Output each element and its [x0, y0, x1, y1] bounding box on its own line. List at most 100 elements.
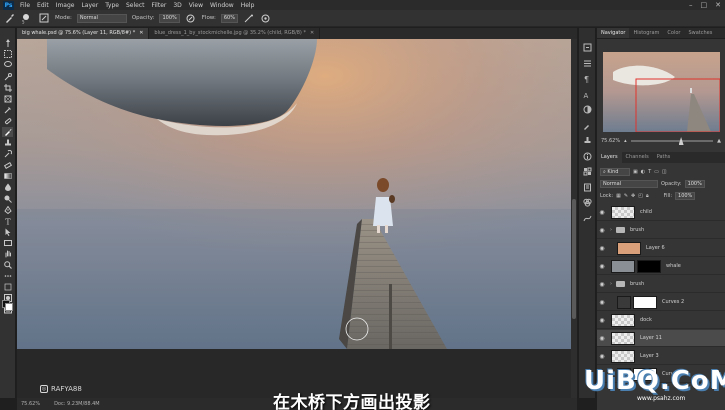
zoom-tool-icon[interactable] [2, 260, 13, 271]
zoom-slider-knob[interactable] [678, 137, 684, 145]
fill-field[interactable]: 100% [675, 191, 696, 200]
layer-filter-dropdown[interactable]: ⌕ Kind [600, 167, 630, 176]
filter-pixel-icon[interactable]: ▣ [633, 169, 638, 175]
visibility-eye-icon[interactable]: ◉ [597, 317, 607, 324]
dodge-tool-icon[interactable] [2, 193, 13, 204]
minimize-button[interactable]: – [689, 1, 693, 9]
visibility-eye-icon[interactable]: ◉ [597, 245, 607, 252]
lock-paint-icon[interactable]: ✎ [624, 193, 628, 199]
menu-3d[interactable]: 3D [173, 2, 181, 9]
layer-row[interactable]: ◉ whale [597, 258, 725, 275]
menu-help[interactable]: Help [241, 2, 255, 9]
document-canvas[interactable] [17, 39, 577, 349]
blur-tool-icon[interactable] [2, 182, 13, 193]
layer-mask-thumbnail[interactable] [633, 295, 657, 309]
lock-artboard-icon[interactable]: ◰ [638, 193, 643, 199]
edit-toolbar-icon[interactable] [2, 282, 13, 293]
tab-paths[interactable]: Paths [653, 152, 675, 163]
close-icon[interactable]: ✕ [139, 30, 143, 36]
tab-channels[interactable]: Channels [622, 152, 653, 163]
opacity-field[interactable]: 100% [159, 13, 180, 23]
pen-tool-icon[interactable] [2, 204, 13, 215]
lock-all-icon[interactable]: 🔒︎ [646, 193, 649, 199]
filter-shape-icon[interactable]: ▭ [654, 169, 659, 175]
pressure-size-icon[interactable] [260, 13, 272, 24]
styles-panel-icon[interactable] [582, 166, 593, 177]
background-color-swatch[interactable] [5, 303, 13, 311]
chevron-right-icon[interactable]: › [610, 227, 612, 233]
layer-row[interactable]: ◉ dock [597, 312, 725, 329]
character-panel-icon[interactable]: A [582, 89, 593, 100]
brush-panel-icon[interactable] [38, 13, 50, 24]
filter-smart-icon[interactable]: ◫ [662, 169, 667, 175]
frame-tool-icon[interactable] [2, 93, 13, 104]
more-tools-icon[interactable] [2, 271, 13, 282]
brush-preset-picker[interactable]: 5 [21, 13, 33, 24]
paragraph-panel-icon[interactable]: ¶ [582, 73, 593, 84]
layer-row-selected[interactable]: ◉ Layer 11 [597, 330, 725, 347]
tab-swatches[interactable]: Swatches [684, 28, 716, 38]
blend-mode-dropdown[interactable]: Normal [600, 179, 658, 188]
adjustments-panel-icon[interactable] [582, 104, 593, 115]
visibility-eye-icon[interactable]: ◉ [597, 263, 607, 270]
brush-tool-active-icon[interactable] [2, 126, 13, 138]
healing-brush-tool-icon[interactable] [2, 116, 13, 127]
paths-panel-icon[interactable] [582, 213, 593, 224]
filter-adjust-icon[interactable]: ◐ [641, 169, 645, 175]
lock-move-icon[interactable]: ✥ [631, 193, 635, 199]
tab-layers[interactable]: Layers [597, 152, 622, 163]
tab-blue-dress[interactable]: blue_dress_1_by_stockmichelle.jpg @ 35.2… [149, 28, 321, 39]
close-button[interactable]: ✕ [715, 1, 721, 9]
libraries-panel-icon[interactable] [582, 182, 593, 193]
tab-navigator[interactable]: Navigator [597, 28, 630, 38]
tab-big-whale[interactable]: big whale.psd @ 75.6% (Layer 11, RGB/8#)… [17, 28, 150, 39]
zoom-in-icon[interactable]: ▲ [717, 138, 721, 144]
brush-settings-icon[interactable] [582, 120, 593, 131]
layer-row[interactable]: ◉ child [597, 204, 725, 221]
brush-tool-icon[interactable] [4, 13, 16, 24]
info-panel-icon[interactable] [582, 151, 593, 162]
zoom-out-icon[interactable]: ▴ [624, 138, 627, 144]
marquee-tool-icon[interactable] [2, 49, 13, 60]
menu-edit[interactable]: Edit [37, 2, 49, 9]
eraser-tool-icon[interactable] [2, 160, 13, 171]
clone-stamp-tool-icon[interactable] [2, 138, 13, 149]
menu-view[interactable]: View [189, 2, 203, 9]
history-panel-icon[interactable] [582, 42, 593, 53]
layer-opacity-field[interactable]: 100% [684, 179, 705, 188]
channels-panel-icon[interactable] [582, 197, 593, 208]
close-icon[interactable]: ✕ [310, 30, 314, 36]
path-selection-tool-icon[interactable] [2, 227, 13, 238]
menu-filter[interactable]: Filter [152, 2, 167, 9]
lasso-tool-icon[interactable] [2, 60, 13, 71]
menu-type[interactable]: Type [105, 2, 119, 9]
gradient-tool-icon[interactable] [2, 171, 13, 182]
layer-row[interactable]: ◉ Layer 3 [597, 348, 725, 365]
clone-source-icon[interactable] [582, 135, 593, 146]
menu-layer[interactable]: Layer [81, 2, 98, 9]
visibility-eye-icon[interactable]: ◉ [597, 335, 607, 342]
airbrush-icon[interactable] [243, 13, 255, 24]
vertical-scrollbar[interactable] [571, 39, 577, 398]
eyedropper-tool-icon[interactable] [2, 105, 13, 116]
mode-dropdown[interactable]: Normal [76, 13, 127, 23]
canvas-area[interactable] [17, 39, 577, 398]
chevron-right-icon[interactable]: › [610, 281, 612, 287]
filter-type-icon[interactable]: T [648, 169, 651, 175]
tab-histogram[interactable]: Histogram [629, 28, 663, 38]
navigator-zoom-value[interactable]: 75.62% [601, 138, 620, 144]
zoom-slider[interactable] [630, 137, 714, 145]
move-tool-icon[interactable] [2, 38, 13, 49]
visibility-eye-icon[interactable]: ◉ [597, 281, 607, 288]
navigator-thumbnail[interactable] [603, 52, 720, 132]
history-brush-tool-icon[interactable] [2, 149, 13, 160]
menu-select[interactable]: Select [126, 2, 145, 9]
type-tool-icon[interactable]: T [2, 216, 13, 227]
visibility-eye-icon[interactable]: ◉ [597, 299, 607, 306]
pressure-opacity-icon[interactable] [185, 13, 197, 24]
properties-panel-icon[interactable] [582, 58, 593, 69]
visibility-eye-icon[interactable]: ◉ [597, 209, 607, 216]
crop-tool-icon[interactable] [2, 82, 13, 93]
flow-field[interactable]: 60% [220, 13, 238, 23]
layer-mask-thumbnail[interactable] [637, 259, 661, 273]
